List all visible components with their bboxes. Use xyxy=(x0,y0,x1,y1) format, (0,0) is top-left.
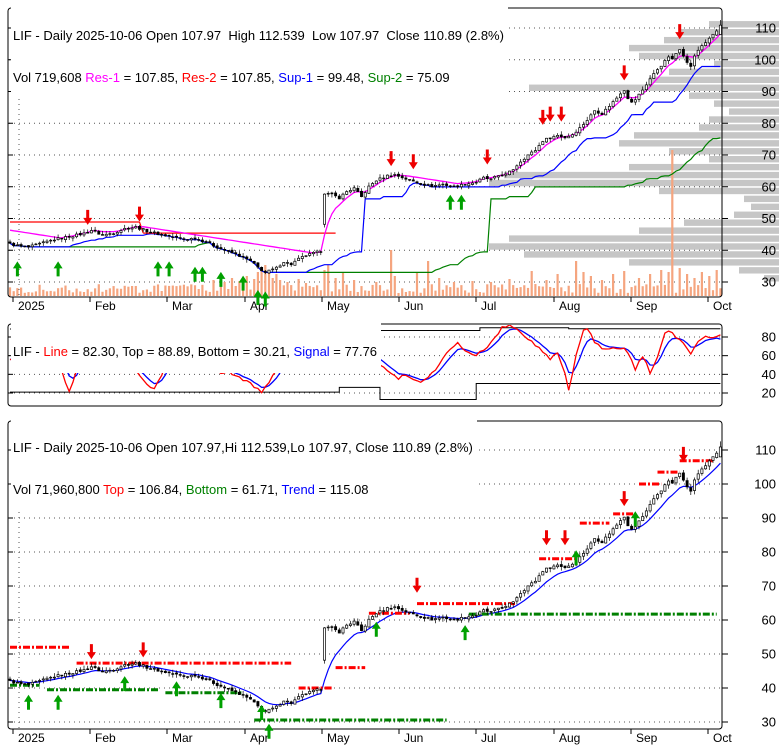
svg-text:100: 100 xyxy=(754,52,776,67)
svg-text:Sep: Sep xyxy=(636,731,658,745)
svg-text:70: 70 xyxy=(762,579,776,594)
svg-text:70: 70 xyxy=(762,148,776,163)
svg-text:Apr: Apr xyxy=(250,731,269,745)
panel3-header-ohlc: LIF - Daily 2025-10-06 Open 107.97,Hi 11… xyxy=(13,441,473,455)
header-text-segment: Sup-1 xyxy=(278,70,313,85)
header-text-segment: Trend xyxy=(281,482,315,497)
svg-text:60: 60 xyxy=(762,179,776,194)
svg-text:Mar: Mar xyxy=(172,731,193,745)
header-text-segment: = 107.85, xyxy=(119,70,182,85)
header-text-segment: = 115.08 xyxy=(314,482,369,497)
svg-text:Aug: Aug xyxy=(559,731,580,745)
panel3-header-indicators: Vol 71,960,800 Top = 106.84, Bottom = 61… xyxy=(13,483,473,497)
svg-text:2025: 2025 xyxy=(18,731,45,745)
svg-text:50: 50 xyxy=(762,211,776,226)
header-text-segment: = 99.48, xyxy=(313,70,368,85)
svg-text:100: 100 xyxy=(754,477,776,492)
header-text-segment: Line xyxy=(43,344,68,359)
header-text-segment: Bottom xyxy=(185,482,228,497)
svg-text:May: May xyxy=(327,299,350,313)
svg-text:30: 30 xyxy=(762,275,776,290)
svg-text:20: 20 xyxy=(762,385,776,400)
header-text-segment: LIF - xyxy=(13,344,44,359)
header-text-segment: = 107.85, xyxy=(216,70,279,85)
header-text-segment: = 75.09 xyxy=(402,70,450,85)
svg-text:May: May xyxy=(327,731,350,745)
svg-text:Feb: Feb xyxy=(95,731,116,745)
header-text-segment: = 77.76 xyxy=(329,344,378,359)
svg-text:Jun: Jun xyxy=(404,731,423,745)
svg-text:110: 110 xyxy=(755,21,776,36)
svg-text:90: 90 xyxy=(762,84,776,99)
svg-text:Sep: Sep xyxy=(636,299,658,313)
svg-text:40: 40 xyxy=(762,243,776,258)
svg-text:110: 110 xyxy=(755,443,776,458)
header-text-segment: Sup-2 xyxy=(367,70,403,85)
svg-text:2025: 2025 xyxy=(18,299,45,313)
svg-text:Jul: Jul xyxy=(481,731,496,745)
panel1-header-ohlc: LIF - Daily 2025-10-06 Open 107.97 High … xyxy=(13,29,504,43)
svg-text:60: 60 xyxy=(762,348,776,363)
panel2-header: LIF - Line = 82.30, Top = 88.89, Bottom … xyxy=(11,317,382,373)
svg-text:40: 40 xyxy=(762,681,776,696)
header-text-segment: Signal xyxy=(293,344,330,359)
svg-text:50: 50 xyxy=(762,647,776,662)
header-text-segment: Vol 71,960,800 xyxy=(13,482,104,497)
svg-text:80: 80 xyxy=(762,116,776,131)
header-text-segment: = 106.84, xyxy=(124,482,186,497)
svg-text:Oct: Oct xyxy=(713,731,732,745)
header-text-segment: = 82.30, Top = 88.89, Bottom = 30.21, xyxy=(67,344,294,359)
panel3-header: LIF - Daily 2025-10-06 Open 107.97,Hi 11… xyxy=(11,413,477,511)
svg-text:Oct: Oct xyxy=(713,299,732,313)
svg-text:Jul: Jul xyxy=(481,299,496,313)
svg-text:80: 80 xyxy=(762,545,776,560)
svg-text:80: 80 xyxy=(762,330,776,345)
svg-text:Jun: Jun xyxy=(404,299,423,313)
svg-text:90: 90 xyxy=(762,511,776,526)
panel1-header-indicators: Vol 719,608 Res-1 = 107.85, Res-2 = 107.… xyxy=(13,71,504,85)
header-text-segment: Res-1 xyxy=(85,70,120,85)
header-text-segment: = 61.71, xyxy=(227,482,282,497)
header-text-segment: LIF - Daily 2025-10-06 Open 107.97 High … xyxy=(13,28,504,43)
svg-text:40: 40 xyxy=(762,367,776,382)
svg-text:60: 60 xyxy=(762,613,776,628)
svg-text:Aug: Aug xyxy=(559,299,580,313)
panel1-header: LIF - Daily 2025-10-06 Open 107.97 High … xyxy=(11,1,508,99)
svg-text:30: 30 xyxy=(762,715,776,730)
svg-text:Mar: Mar xyxy=(172,299,193,313)
stock-chart-window: { "symbol": "LIF", "colors": { "black": … xyxy=(0,0,780,745)
header-text-segment: Top xyxy=(103,482,125,497)
svg-text:Feb: Feb xyxy=(95,299,116,313)
header-text-segment: Vol 719,608 xyxy=(13,70,86,85)
header-text-segment: LIF - Daily 2025-10-06 Open 107.97,Hi 11… xyxy=(13,440,473,455)
panel2-header-values: LIF - Line = 82.30, Top = 88.89, Bottom … xyxy=(13,345,377,359)
header-text-segment: Res-2 xyxy=(181,70,217,85)
